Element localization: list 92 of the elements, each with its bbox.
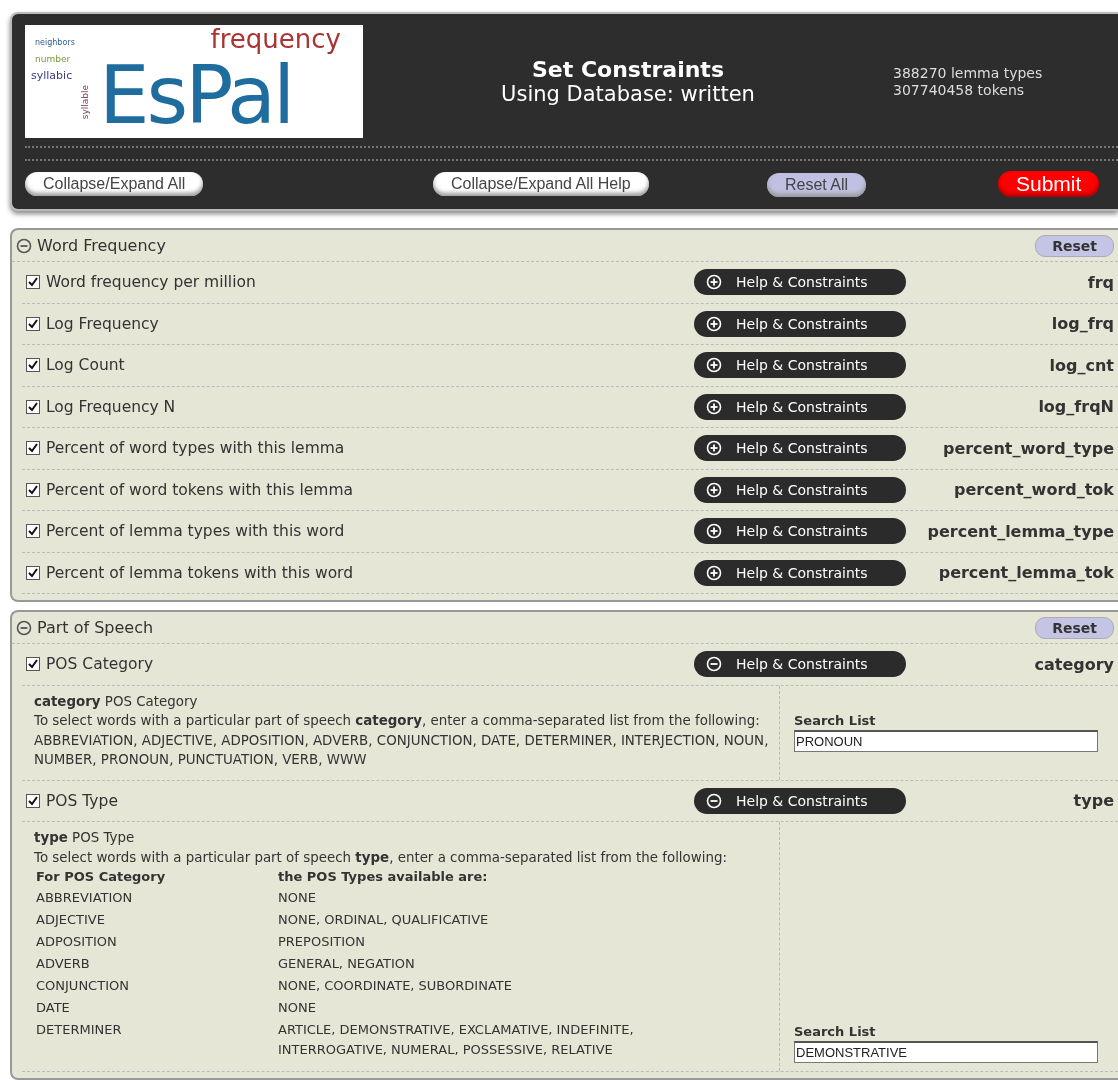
stat-text: 388270 lemma types bbox=[893, 64, 1044, 82]
collapse-icon[interactable] bbox=[16, 237, 32, 254]
checkbox[interactable] bbox=[26, 793, 40, 808]
stat-text: 307740458 tokens bbox=[893, 81, 1026, 99]
submit-button[interactable]: Submit bbox=[998, 171, 1100, 197]
field-code: log_cnt bbox=[1048, 355, 1114, 375]
search-list-label: Search List bbox=[794, 1024, 877, 1039]
checkbox[interactable] bbox=[26, 657, 40, 672]
table-cell-text: GENERAL, NEGATION bbox=[278, 955, 416, 973]
table-header: For POS Category bbox=[36, 867, 278, 887]
table-cell: ADVERB bbox=[36, 953, 278, 975]
reset-button[interactable]: Reset bbox=[1035, 234, 1114, 257]
toggle-button[interactable]: Collapse/Expand All bbox=[25, 172, 204, 196]
expand-icon[interactable] bbox=[706, 274, 722, 291]
field-code: percent_lemma_tok bbox=[937, 563, 1114, 583]
table-cell-text: ABBREVIATION bbox=[36, 889, 134, 907]
field-label: Log Frequency bbox=[46, 314, 159, 333]
help-heading: type POS Type bbox=[34, 829, 136, 847]
field-label: Word frequency per million bbox=[46, 273, 256, 292]
help-heading: category POS Category bbox=[34, 692, 199, 711]
checkbox[interactable] bbox=[26, 358, 40, 373]
table-cell-text: ADJECTIVE bbox=[36, 911, 106, 929]
logo-word: number bbox=[35, 55, 71, 64]
field-label: Percent of word types with this lemma bbox=[46, 439, 345, 458]
logo-title: EsPal bbox=[99, 56, 293, 136]
checkbox[interactable] bbox=[26, 316, 40, 331]
collapse-icon[interactable] bbox=[16, 619, 32, 636]
table-header: the POS Types available are: bbox=[278, 868, 489, 886]
field-label: Percent of word tokens with this lemma bbox=[46, 480, 354, 499]
help-button[interactable]: Help & Constraints bbox=[694, 310, 906, 337]
field-label: POS Category bbox=[46, 655, 154, 674]
help-button[interactable]: Help & Constraints bbox=[694, 787, 906, 814]
page-title: Set Constraints bbox=[531, 57, 725, 82]
logo-word: syllabic bbox=[31, 70, 73, 81]
help-button[interactable]: Help & Constraints bbox=[694, 476, 906, 503]
checkbox[interactable] bbox=[26, 565, 40, 580]
field-label: Percent of lemma tokens with this word bbox=[46, 563, 354, 582]
reset-all-button[interactable]: Reset All bbox=[767, 173, 867, 197]
field-label: Percent of lemma types with this word bbox=[46, 522, 345, 541]
field-code: category bbox=[1033, 654, 1114, 674]
table-cell-text: ARTICLE, DEMONSTRATIVE, EXCLAMATIVE, INDEFINITE, INTERROGATIVE, NUMERAL, POSSESSIVE, RELATIVE bbox=[278, 1021, 635, 1059]
table-cell-text: NONE bbox=[278, 889, 317, 907]
table-cell-text: NONE bbox=[278, 999, 317, 1017]
help-button[interactable]: Help & Constraints bbox=[694, 435, 906, 462]
table-cell-text: ADPOSITION bbox=[36, 933, 118, 951]
help-text: To select words with a particular part of speech type, enter a comma-separated list from the following: bbox=[34, 848, 728, 867]
search-list-field[interactable]: DEMONSTRATIVE bbox=[794, 1041, 1098, 1063]
field-label: Log Count bbox=[46, 356, 125, 375]
field-label: Log Frequency N bbox=[46, 397, 176, 416]
checkbox[interactable] bbox=[26, 524, 40, 539]
expand-icon[interactable] bbox=[706, 315, 722, 332]
expand-icon[interactable] bbox=[706, 481, 722, 498]
field-code: log_frqN bbox=[1037, 397, 1114, 417]
field-code: percent_lemma_type bbox=[926, 521, 1114, 541]
page-subtitle: Using Database: written bbox=[500, 82, 756, 106]
logo-word: syllable bbox=[81, 85, 90, 120]
help-button[interactable]: Help & Constraints bbox=[694, 518, 906, 545]
search-list-label: Search List bbox=[794, 713, 877, 728]
expand-icon[interactable] bbox=[706, 398, 722, 415]
field-code: percent_word_tok bbox=[953, 480, 1114, 500]
help-text: To select words with a particular part of speech category, enter a comma-separated list from the following: ABBREVIATION, ADJECTIVE, ADPOSITION, ADVERB, CONJUNCTION, DATE, DETERMINER, INTERJECTION, NOUN, NUMBER, PRONOUN, PUNCTUATION, VERB, WWW bbox=[34, 712, 770, 769]
table-cell-text: DATE bbox=[36, 999, 71, 1017]
logo-word: neighbors bbox=[35, 39, 75, 47]
logo-word: frequency bbox=[210, 26, 341, 52]
field-code: type bbox=[1072, 791, 1114, 811]
checkbox[interactable] bbox=[26, 482, 40, 497]
help-button[interactable]: Help & Constraints bbox=[694, 269, 906, 296]
section-title: Word Frequency bbox=[37, 236, 167, 255]
help-button[interactable]: Help & Constraints bbox=[694, 352, 906, 379]
search-list-field[interactable]: PRONOUN bbox=[794, 730, 1098, 752]
expand-icon[interactable] bbox=[706, 440, 722, 457]
table-cell-text: NONE, ORDINAL, QUALIFICATIVE bbox=[278, 911, 490, 929]
checkbox[interactable] bbox=[26, 275, 40, 290]
toggle-button[interactable]: Collapse/Expand All Help bbox=[433, 172, 649, 196]
field-code: frq bbox=[1086, 272, 1114, 292]
table-cell: DETERMINER bbox=[36, 1019, 278, 1061]
checkbox[interactable] bbox=[26, 441, 40, 456]
expand-icon[interactable] bbox=[706, 523, 722, 540]
checkbox[interactable] bbox=[26, 399, 40, 414]
help-button[interactable]: Help & Constraints bbox=[694, 559, 906, 586]
expand-icon[interactable] bbox=[706, 357, 722, 374]
field-code: percent_word_type bbox=[941, 438, 1114, 458]
field-code: log_frq bbox=[1050, 314, 1114, 334]
section-title: Part of Speech bbox=[37, 618, 155, 637]
table-cell-text: NONE, COORDINATE, SUBORDINATE bbox=[278, 977, 513, 995]
table-cell-text: CONJUNCTION bbox=[36, 977, 130, 995]
expand-icon[interactable] bbox=[706, 564, 722, 581]
help-button[interactable]: Help & Constraints bbox=[694, 651, 906, 678]
help-button[interactable]: Help & Constraints bbox=[694, 393, 906, 420]
reset-button[interactable]: Reset bbox=[1035, 616, 1114, 639]
table-cell-text: PREPOSITION bbox=[278, 933, 366, 951]
field-label: POS Type bbox=[46, 791, 118, 810]
